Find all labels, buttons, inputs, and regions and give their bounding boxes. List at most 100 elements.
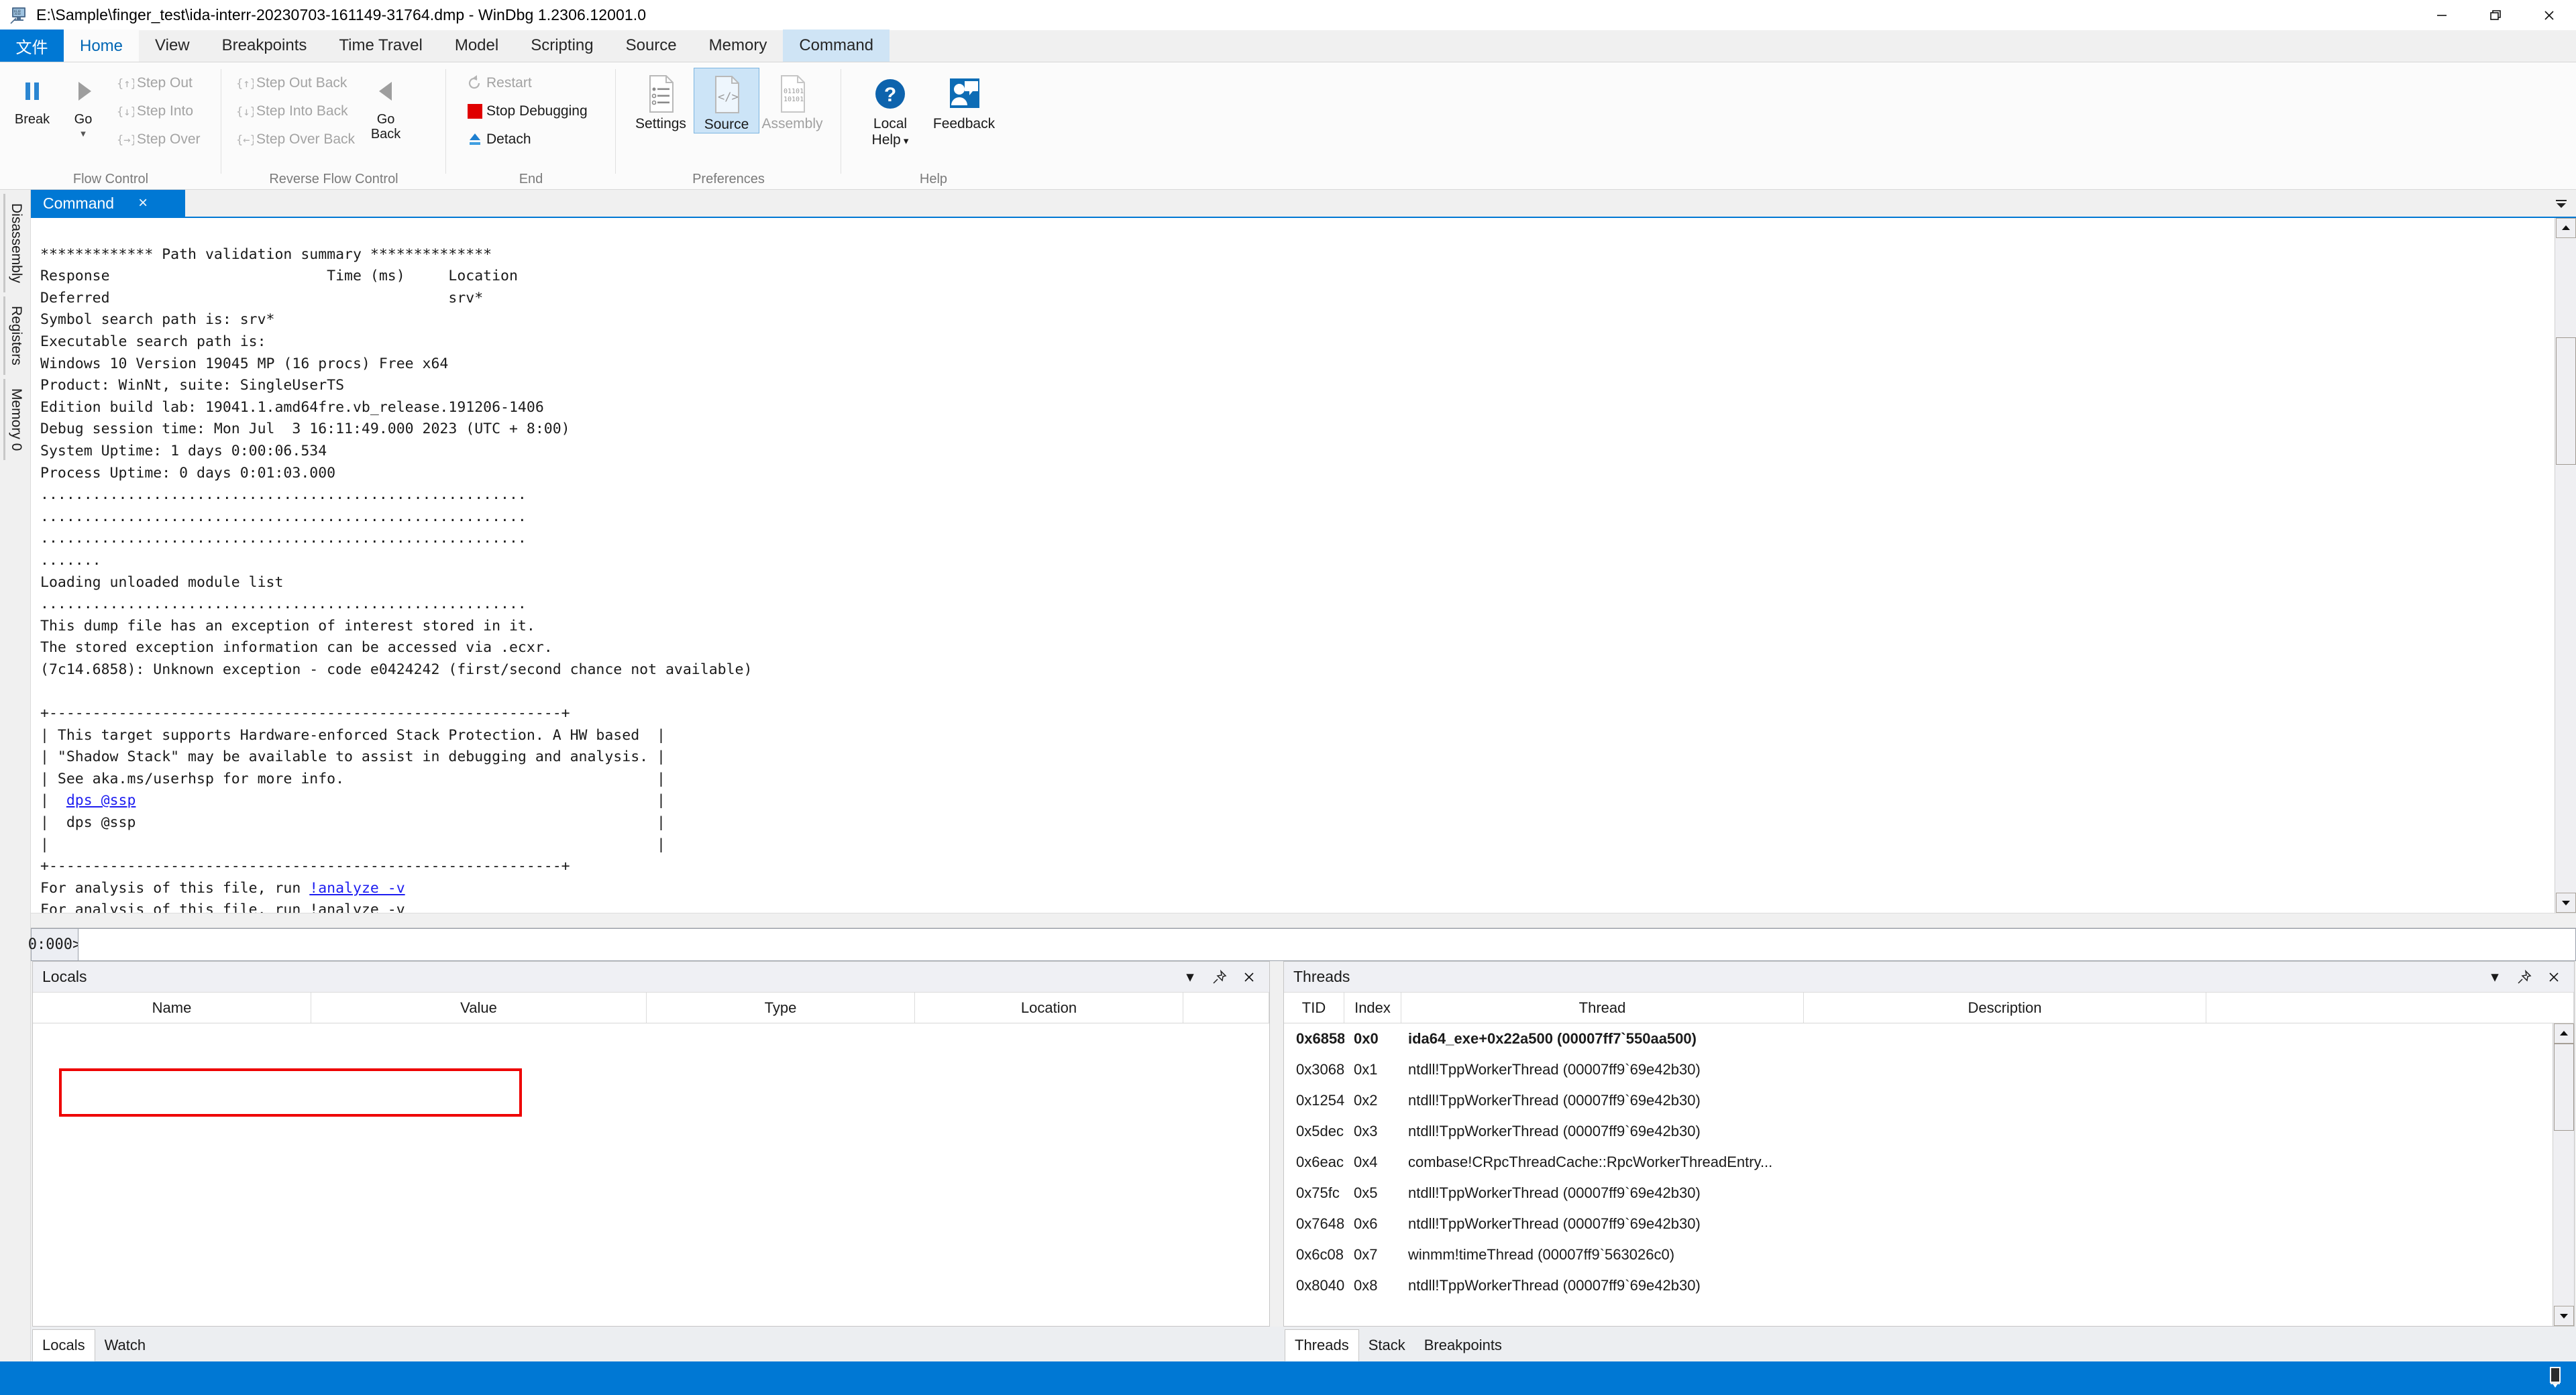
threads-col-thread[interactable]: Thread xyxy=(1401,993,1804,1023)
assembly-button[interactable]: 01101 10101 Assembly xyxy=(759,68,825,132)
threads-scroll-down-arrow-icon[interactable] xyxy=(2554,1306,2574,1326)
scroll-down-arrow-icon[interactable] xyxy=(2556,893,2576,913)
tab-home[interactable]: Home xyxy=(64,30,139,62)
go-back-label-line2: Back xyxy=(371,127,400,142)
go-back-button[interactable]: Go Back xyxy=(360,68,411,142)
tab-time-travel[interactable]: Time Travel xyxy=(323,30,438,62)
work-area: Disassembly Registers Memory 0 Command × xyxy=(0,190,2576,1361)
output-line: Product: WinNt, suite: SingleUserTS xyxy=(40,377,344,394)
source-button[interactable]: </> Source xyxy=(694,68,759,133)
locals-col-location[interactable]: Location xyxy=(915,993,1183,1023)
sidebar-item-memory-0[interactable]: Memory 0 xyxy=(3,379,27,460)
locals-col-name[interactable]: Name xyxy=(33,993,311,1023)
command-horizontal-scrollbar[interactable] xyxy=(31,913,2576,928)
analyze-v-link[interactable]: !analyze -v xyxy=(309,880,405,897)
restart-button[interactable]: Restart xyxy=(458,69,593,97)
go-back-label-line1: Go xyxy=(377,112,395,127)
sidebar-item-disassembly[interactable]: Disassembly xyxy=(3,194,27,292)
sidebar-item-registers[interactable]: Registers xyxy=(3,296,27,375)
tab-command[interactable]: Command xyxy=(783,30,890,62)
locals-menu-chevron-down-icon[interactable]: ▾ xyxy=(1175,964,1205,991)
settings-button[interactable]: Settings xyxy=(628,68,694,132)
step-out-button[interactable]: {↑} Step Out xyxy=(109,69,206,97)
assembly-label: Assembly xyxy=(761,116,822,132)
command-tab-close-icon[interactable]: × xyxy=(138,194,148,213)
dps-ssp-link[interactable]: dps @ssp xyxy=(66,792,136,809)
command-vertical-scrollbar[interactable] xyxy=(2555,218,2576,913)
threads-scroll-track[interactable] xyxy=(2554,1044,2574,1306)
minimize-button[interactable] xyxy=(2415,0,2469,30)
step-out-back-button[interactable]: {↑} Step Out Back xyxy=(228,69,360,97)
tab-file[interactable]: 文件 xyxy=(0,30,64,62)
source-code-icon: </> xyxy=(708,72,745,117)
go-button[interactable]: Go ▾ xyxy=(58,68,109,140)
thread-index: 0x5 xyxy=(1344,1184,1401,1202)
locals-col-value[interactable]: Value xyxy=(311,993,647,1023)
tab-threads[interactable]: Threads xyxy=(1285,1329,1359,1361)
locals-pin-icon[interactable] xyxy=(1205,964,1234,991)
command-scroll-track[interactable] xyxy=(2556,238,2576,893)
tab-breakpoints-bottom[interactable]: Breakpoints xyxy=(1415,1329,1511,1361)
step-over-button[interactable]: {→} Step Over xyxy=(109,125,206,154)
output-line: | This target supports Hardware-enforced… xyxy=(40,727,665,744)
table-row[interactable]: 0x6eac 0x4 combase!CRpcThreadCache::RpcW… xyxy=(1284,1147,2553,1178)
table-row[interactable]: 0x3068 0x1 ntdll!TppWorkerThread (00007f… xyxy=(1284,1054,2553,1085)
command-input[interactable] xyxy=(78,928,2576,961)
table-row[interactable]: 0x1254 0x2 ntdll!TppWorkerThread (00007f… xyxy=(1284,1085,2553,1116)
command-scroll-thumb[interactable] xyxy=(2556,337,2576,465)
command-output-area: ************* Path validation summary **… xyxy=(31,218,2576,913)
tab-model[interactable]: Model xyxy=(439,30,515,62)
locals-col-type[interactable]: Type xyxy=(647,993,915,1023)
threads-grid-body[interactable]: 0x6858 0x0 ida64_exe+0x22a500 (00007ff7`… xyxy=(1284,1023,2553,1326)
tab-memory[interactable]: Memory xyxy=(693,30,784,62)
feedback-button[interactable]: Feedback xyxy=(927,68,1001,132)
tab-source[interactable]: Source xyxy=(610,30,693,62)
locals-close-icon[interactable] xyxy=(1234,964,1264,991)
tab-stack[interactable]: Stack xyxy=(1359,1329,1415,1361)
title-bar: 0110 1010 E:\Sample\finger_test\ida-inte… xyxy=(0,0,2576,30)
restore-button[interactable] xyxy=(2469,0,2522,30)
threads-scroll-thumb[interactable] xyxy=(2554,1044,2574,1131)
svg-text:{↑}: {↑} xyxy=(236,77,254,91)
table-row[interactable]: 0x8040 0x8 ntdll!TppWorkerThread (00007f… xyxy=(1284,1270,2553,1301)
table-row[interactable]: 0x7648 0x6 ntdll!TppWorkerThread (00007f… xyxy=(1284,1209,2553,1239)
break-button[interactable]: Break xyxy=(7,68,58,127)
tab-locals[interactable]: Locals xyxy=(32,1329,95,1361)
threads-menu-chevron-down-icon[interactable]: ▾ xyxy=(2480,964,2510,991)
step-over-back-button[interactable]: {←} Step Over Back xyxy=(228,125,360,154)
tab-watch[interactable]: Watch xyxy=(95,1329,156,1361)
tab-breakpoints[interactable]: Breakpoints xyxy=(206,30,323,62)
tab-view[interactable]: View xyxy=(139,30,206,62)
stop-debugging-button[interactable]: Stop Debugging xyxy=(458,97,593,125)
threads-col-tid[interactable]: TID xyxy=(1284,993,1344,1023)
threads-col-index[interactable]: Index xyxy=(1344,993,1401,1023)
threads-vertical-scrollbar[interactable] xyxy=(2553,1023,2574,1326)
close-button[interactable] xyxy=(2522,0,2576,30)
local-help-button[interactable]: ? Local Help ▾ xyxy=(853,68,927,148)
command-output-text[interactable]: ************* Path validation summary **… xyxy=(31,218,2555,913)
table-row[interactable]: 0x75fc 0x5 ntdll!TppWorkerThread (00007f… xyxy=(1284,1178,2553,1209)
threads-close-icon[interactable] xyxy=(2539,964,2569,991)
threads-pin-icon[interactable] xyxy=(2510,964,2539,991)
scroll-up-arrow-icon[interactable] xyxy=(2556,218,2576,238)
step-over-back-label: Step Over Back xyxy=(256,131,355,148)
step-into-button[interactable]: {↓} Step Into xyxy=(109,97,206,125)
detach-button[interactable]: Detach xyxy=(458,125,593,154)
thread-name: ntdll!TppWorkerThread (00007ff9`69e42b30… xyxy=(1401,1184,1804,1202)
step-into-back-button[interactable]: {↓} Step Into Back xyxy=(228,97,360,125)
svg-text:</>: </> xyxy=(718,91,739,104)
locals-grid-body[interactable] xyxy=(33,1023,1269,1326)
tab-scripting[interactable]: Scripting xyxy=(515,30,609,62)
thread-tid: 0x7648 xyxy=(1284,1215,1344,1233)
go-dropdown-chevron-icon[interactable]: ▾ xyxy=(80,127,86,140)
table-row[interactable]: 0x5dec 0x3 ntdll!TppWorkerThread (00007f… xyxy=(1284,1116,2553,1147)
command-window-tab[interactable]: Command × xyxy=(31,190,185,217)
table-row[interactable]: 0x6c08 0x7 winmm!timeThread (00007ff9`56… xyxy=(1284,1239,2553,1270)
table-row[interactable]: 0x6858 0x0 ida64_exe+0x22a500 (00007ff7`… xyxy=(1284,1023,2553,1054)
dock-chevron-down-icon[interactable] xyxy=(2546,190,2576,217)
local-help-label-line1: Local xyxy=(873,116,907,132)
threads-scroll-up-arrow-icon[interactable] xyxy=(2554,1023,2574,1044)
step-over-label: Step Over xyxy=(137,131,201,148)
status-notification-icon[interactable] xyxy=(2544,1365,2567,1392)
threads-col-description[interactable]: Description xyxy=(1804,993,2206,1023)
